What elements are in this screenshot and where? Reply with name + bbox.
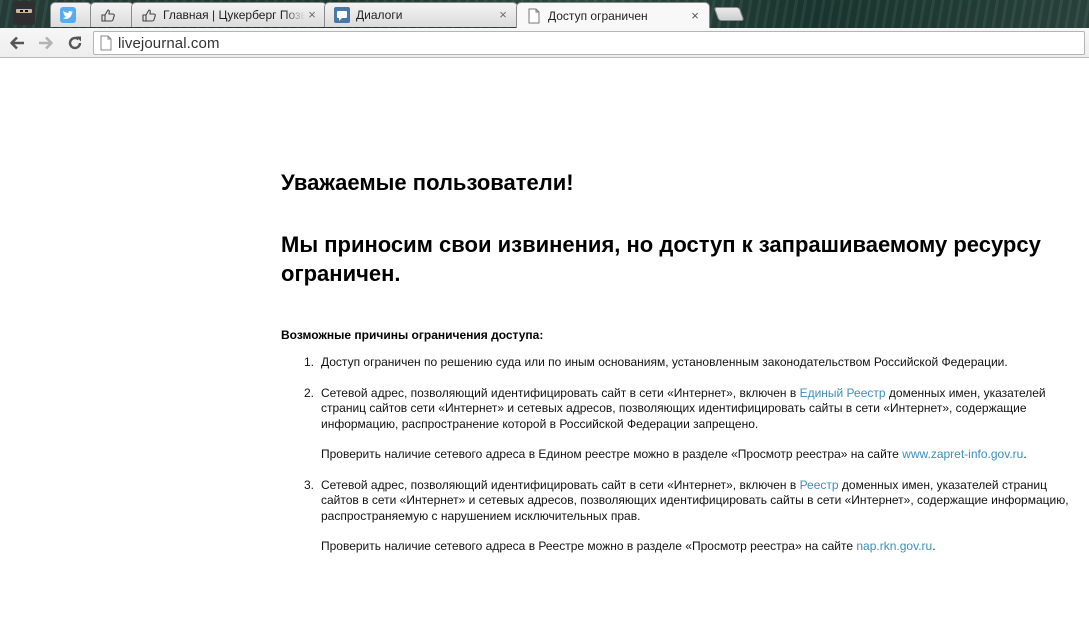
tab-strip: Главная | Цукерберг Позвонит × Диалоги ×… <box>0 0 1089 28</box>
address-bar[interactable]: livejournal.com <box>93 31 1085 55</box>
close-icon[interactable]: × <box>305 8 319 22</box>
page-icon <box>100 35 112 51</box>
like-hand-icon <box>141 7 157 23</box>
tab-like-1[interactable] <box>90 2 134 27</box>
check-text: Проверить наличие сетевого адреса в Реес… <box>321 539 936 553</box>
greeting-heading: Уважаемые пользователи! <box>281 170 574 195</box>
reasons-heading: Возможные причины ограничения доступа: <box>281 328 544 342</box>
tab-title: Диалоги <box>356 8 403 22</box>
list-item: 3. Сетевой адрес, позволяющий идентифици… <box>281 478 1071 555</box>
reason-text: Доступ ограничен по решению суда или по … <box>321 355 1008 369</box>
tab-access-restricted[interactable]: Доступ ограничен × <box>516 2 710 28</box>
list-number: 2. <box>304 385 315 400</box>
reasons-list: 1. Доступ ограничен по решению суда или … <box>281 355 1071 555</box>
close-icon[interactable]: × <box>688 8 702 23</box>
tab-dialogs[interactable]: Диалоги × <box>324 2 518 27</box>
forward-button[interactable] <box>35 32 57 54</box>
arrow-left-icon <box>10 36 24 50</box>
arrow-right-icon <box>39 36 53 50</box>
close-icon[interactable]: × <box>496 8 510 22</box>
reason-text: Сетевой адрес, позволяющий идентифициров… <box>321 385 1046 431</box>
zapret-info-link[interactable]: www.zapret-info.gov.ru <box>902 447 1023 461</box>
tab-title: Главная | Цукерберг Позвонит <box>163 8 305 22</box>
new-tab-button[interactable] <box>713 7 745 21</box>
check-text: Проверить наличие сетевого адреса в Един… <box>321 447 1027 461</box>
twitter-icon <box>60 7 76 23</box>
reason-text: Сетевой адрес, позволяющий идентифициров… <box>321 477 1069 523</box>
vk-icon <box>334 7 350 23</box>
page-icon <box>526 8 542 24</box>
blocked-page-content: Уважаемые пользователи! Мы приносим свои… <box>281 170 1071 555</box>
tab-main[interactable]: Главная | Цукерберг Позвонит × <box>131 2 327 27</box>
back-button[interactable] <box>6 32 28 54</box>
list-number: 1. <box>304 355 315 369</box>
like-hand-icon <box>100 7 116 23</box>
list-number: 3. <box>304 477 315 492</box>
tab-twitter[interactable] <box>50 2 92 27</box>
profile-avatar[interactable] <box>13 1 35 25</box>
list-item: 1. Доступ ограничен по решению суда или … <box>281 355 1071 371</box>
unified-registry-link[interactable]: Единый Реестр <box>800 386 886 400</box>
reload-icon <box>68 36 82 50</box>
list-item: 2. Сетевой адрес, позволяющий идентифици… <box>281 386 1071 463</box>
reload-button[interactable] <box>64 32 86 54</box>
registry-link[interactable]: Реестр <box>800 478 839 492</box>
apology-heading: Мы приносим свои извинения, но доступ к … <box>281 232 1041 286</box>
tab-title: Доступ ограничен <box>548 8 648 23</box>
url-text[interactable]: livejournal.com <box>118 35 220 52</box>
nap-rkn-link[interactable]: nap.rkn.gov.ru <box>856 539 932 553</box>
browser-toolbar: livejournal.com <box>0 28 1089 58</box>
